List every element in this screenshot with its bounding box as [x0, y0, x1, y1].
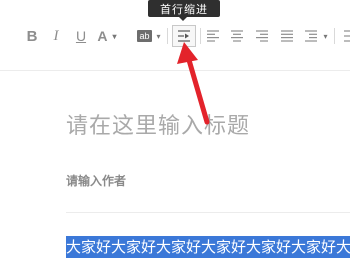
- tooltip-first-line-indent: 首行缩进: [148, 0, 220, 17]
- first-line-indent-button[interactable]: [172, 25, 196, 47]
- align-center-button[interactable]: [229, 27, 245, 45]
- align-right-button[interactable]: [254, 27, 270, 45]
- line-spacing-button[interactable]: ▾: [302, 27, 330, 45]
- line-spacing-icon: [305, 30, 318, 42]
- header-divider: [66, 212, 350, 213]
- partially-visible-tool-icon: [344, 30, 350, 42]
- justify-button[interactable]: [279, 27, 295, 45]
- align-left-icon: [207, 30, 219, 42]
- first-line-indent-icon: [178, 30, 190, 42]
- align-right-icon: [256, 30, 268, 42]
- justify-icon: [281, 30, 293, 42]
- tooltip-pointer: [179, 17, 187, 21]
- chevron-down-icon: ▾: [323, 31, 328, 41]
- background-color-icon: ab: [137, 30, 152, 42]
- title-input[interactable]: 请在这里输入标题: [66, 108, 250, 140]
- toolbar-separator: [200, 28, 201, 44]
- toolbar-separator: [167, 28, 168, 44]
- font-color-button[interactable]: A ▾: [96, 27, 118, 45]
- italic-button[interactable]: I: [49, 27, 63, 45]
- toolbar-separator: [334, 28, 335, 44]
- more-tools-button[interactable]: [340, 27, 350, 45]
- author-input[interactable]: 请输入作者: [66, 172, 126, 189]
- align-center-icon: [231, 30, 243, 42]
- selected-body-text[interactable]: 大家好大家好大家好大家好大家好大家好大家好: [66, 236, 350, 258]
- chevron-down-icon: ▾: [112, 31, 117, 41]
- background-color-button[interactable]: ab ▾: [133, 27, 165, 45]
- underline-button[interactable]: U: [73, 27, 89, 45]
- align-left-button[interactable]: [205, 27, 221, 45]
- chevron-down-icon: ▾: [156, 31, 161, 41]
- toolbar-divider: [0, 70, 350, 71]
- bold-button[interactable]: B: [24, 27, 40, 45]
- font-color-icon: A: [97, 28, 108, 44]
